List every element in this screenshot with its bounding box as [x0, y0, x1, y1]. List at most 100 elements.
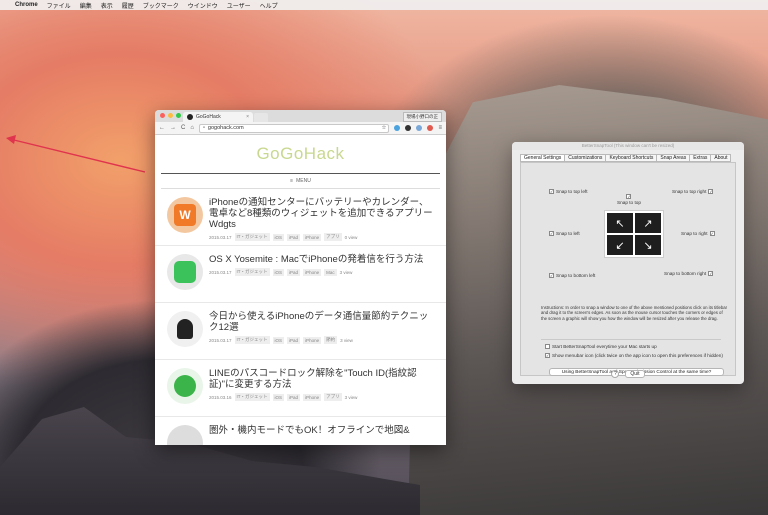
arrow-top-left-icon: ↖ — [607, 213, 633, 233]
tag[interactable]: iPhone — [303, 336, 322, 344]
favicon-icon — [187, 114, 193, 120]
tag[interactable]: iOS — [272, 233, 285, 241]
page-content: GoGoHack ≡ MENU W iPhoneの通知センターにバッテリーやカレ… — [155, 135, 446, 445]
close-window-button[interactable] — [160, 113, 165, 118]
tab-keyboard-shortcuts[interactable]: Keyboard Shortcuts — [606, 154, 658, 162]
article-item[interactable]: 今日から使えるiPhoneのデータ通信量節約テクニック12選 2015.03.1… — [155, 303, 446, 360]
arrow-bottom-left-icon: ↙ — [607, 235, 633, 255]
article-item[interactable]: OS X Yosemite : MacでiPhoneの発着信を行う方法 2015… — [155, 246, 446, 303]
tab-customizations[interactable]: Customizations — [565, 154, 607, 162]
bottom-controls: ? Quit — [512, 370, 744, 378]
bookmark-star-icon[interactable]: ☆ — [382, 125, 387, 131]
view-count: 3 view — [340, 337, 353, 343]
checkbox-checked-icon: ✓ — [549, 273, 554, 278]
tab-snap-areas[interactable]: Snap Areas — [657, 154, 691, 162]
bettersnaptool-window: BetterSnapTool (This window can't be res… — [512, 142, 744, 384]
site-menu-button[interactable]: ≡ MENU — [155, 174, 446, 188]
tag[interactable]: iOS — [272, 336, 285, 344]
minimize-window-button[interactable] — [168, 113, 173, 118]
browser-tab[interactable]: GoGoHack × — [183, 112, 253, 122]
tag[interactable]: iPad — [287, 233, 301, 241]
chrome-window: GoGoHack × 現場小野口の正 ← → C ⌂ ▫ gogohack.co… — [155, 110, 446, 445]
tag[interactable]: アプリ — [324, 393, 342, 401]
snap-bottom-left-checkbox[interactable]: ✓ Snap to bottom left — [549, 273, 595, 278]
tag[interactable]: IT・ガジェット — [234, 336, 270, 344]
extension-icon[interactable] — [394, 125, 401, 131]
chrome-menu-icon[interactable]: ≡ — [438, 125, 442, 131]
snap-preview-graphic: ↖ ↗ ↙ ↘ — [604, 210, 664, 258]
tag[interactable]: iPhone — [303, 268, 322, 276]
extension-icon[interactable] — [416, 125, 423, 131]
tag[interactable]: アプリ — [324, 233, 342, 241]
site-logo[interactable]: GoGoHack — [155, 135, 446, 173]
tag[interactable]: iPad — [287, 393, 301, 401]
zoom-window-button[interactable] — [176, 113, 181, 118]
snap-top-left-checkbox[interactable]: ✓ Snap to top left — [549, 189, 588, 194]
tag[interactable]: iOS — [272, 268, 285, 276]
tag[interactable]: iPhone — [303, 393, 322, 401]
snap-top-right-checkbox[interactable]: Snap to top right ✓ — [672, 189, 714, 194]
article-item[interactable]: 圏外・機内モードでもOK！オフラインで地図& — [155, 417, 446, 445]
window-title: BetterSnapTool (This window can't be res… — [512, 142, 744, 150]
start-at-login-checkbox[interactable]: Start BetterSnapTool everytime your Mac … — [545, 344, 657, 349]
checkbox-label: Snap to right — [681, 231, 708, 236]
article-meta: 2015.03.16 IT・ガジェット iOS iPad iPhone アプリ … — [209, 393, 436, 401]
tag[interactable]: IT・ガジェット — [234, 393, 270, 401]
article-title[interactable]: iPhoneの通知センターにバッテリーやカレンダー、電卓など8種類のウィジェット… — [209, 197, 436, 230]
arrow-top-right-icon: ↗ — [635, 213, 661, 233]
settings-tabs: General Settings Customizations Keyboard… — [520, 154, 736, 162]
tag[interactable]: Mac — [324, 268, 337, 276]
extension-icon[interactable] — [427, 125, 434, 131]
tag[interactable]: iOS — [272, 393, 285, 401]
tag[interactable]: iPad — [287, 336, 301, 344]
tag[interactable]: IT・ガジェット — [234, 268, 270, 276]
tab-close-button[interactable]: × — [246, 114, 249, 120]
extension-icon[interactable] — [405, 125, 412, 131]
tab-extras[interactable]: Extras — [690, 154, 712, 162]
snap-bottom-right-checkbox[interactable]: Snap to bottom right ✓ — [664, 271, 714, 276]
tag[interactable]: IT・ガジェット — [234, 233, 270, 241]
address-bar[interactable]: ▫ gogohack.com ☆ — [198, 123, 390, 133]
menu-label: MENU — [296, 178, 311, 184]
checkbox-unchecked-icon — [545, 344, 550, 349]
view-count: 3 view — [344, 394, 358, 400]
snap-top-checkbox[interactable]: ✓ Snap to top — [617, 194, 641, 205]
checkbox-label: Snap to bottom right — [664, 271, 707, 276]
checkbox-checked-icon: ✓ — [549, 231, 554, 236]
reload-button[interactable]: C — [181, 125, 185, 131]
quit-button[interactable]: Quit — [625, 370, 645, 378]
facetime-app-icon — [174, 261, 196, 283]
article-item[interactable]: W iPhoneの通知センターにバッテリーやカレンダー、電卓など8種類のウィジェ… — [155, 189, 446, 246]
article-title[interactable]: 今日から使えるiPhoneのデータ通信量節約テクニック12選 — [209, 311, 436, 333]
tag[interactable]: iPhone — [303, 233, 322, 241]
user-button[interactable]: 現場小野口の正 — [402, 112, 442, 122]
new-tab-button[interactable] — [254, 113, 268, 122]
article-title[interactable]: OS X Yosemite : MacでiPhoneの発着信を行う方法 — [209, 254, 436, 265]
show-menubar-icon-checkbox[interactable]: ✓ Show menubar icon (click twice on the … — [545, 353, 723, 358]
checkbox-label: Snap to bottom left — [556, 273, 596, 278]
tag[interactable]: iPad — [287, 268, 301, 276]
help-button[interactable]: ? — [611, 370, 620, 378]
window-controls — [160, 113, 181, 118]
checkbox-checked-icon: ✓ — [626, 194, 632, 199]
tab-general-settings[interactable]: General Settings — [520, 154, 566, 162]
checkbox-label: Show menubar icon (click twice on the ap… — [552, 353, 723, 358]
snap-right-checkbox[interactable]: Snap to right ✓ — [681, 231, 715, 236]
general-settings-panel: ✓ Snap to top left ✓ Snap to top Snap to… — [520, 162, 736, 376]
snap-left-checkbox[interactable]: ✓ Snap to left — [549, 231, 580, 236]
view-count: 0 view — [344, 234, 358, 240]
article-title[interactable]: LINEのパスコードロック解除を"Touch ID(指紋認証)"に変更する方法 — [209, 368, 436, 390]
checkbox-checked-icon: ✓ — [708, 189, 714, 194]
home-button[interactable]: ⌂ — [190, 125, 194, 131]
back-button[interactable]: ← — [159, 125, 165, 131]
line-app-icon — [174, 375, 196, 397]
checkbox-label: Snap to top — [617, 200, 641, 205]
tab-about[interactable]: About — [711, 154, 732, 162]
forward-button[interactable]: → — [170, 125, 176, 131]
article-thumbnail — [167, 425, 203, 445]
article-item[interactable]: LINEのパスコードロック解除を"Touch ID(指紋認証)"に変更する方法 … — [155, 360, 446, 417]
hamburger-icon: ≡ — [290, 178, 294, 184]
tag[interactable]: 節約 — [324, 336, 338, 344]
instructions-text: Instructions: In order to snap a window … — [541, 305, 728, 321]
article-title[interactable]: 圏外・機内モードでもOK！オフラインで地図& — [209, 425, 436, 436]
